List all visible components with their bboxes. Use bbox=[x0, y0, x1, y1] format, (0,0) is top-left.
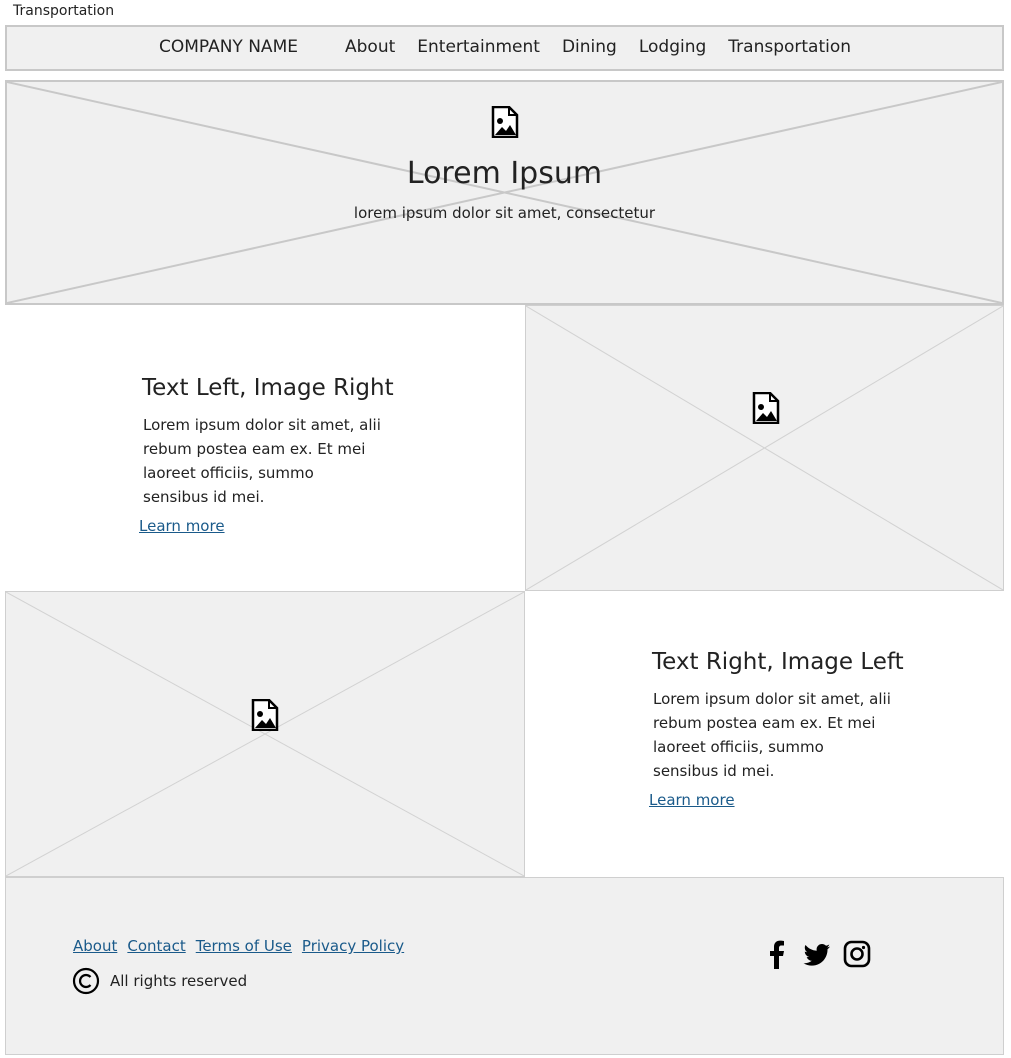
company-name[interactable]: COMPANY NAME bbox=[159, 37, 298, 57]
feature-heading: Text Left, Image Right bbox=[142, 375, 394, 401]
page-label: Transportation bbox=[13, 3, 115, 19]
twitter-icon[interactable] bbox=[803, 938, 831, 970]
nav-link-lodging[interactable]: Lodging bbox=[639, 37, 706, 57]
top-navbar: COMPANY NAME About Entertainment Dining … bbox=[5, 25, 1004, 71]
feature-image-left bbox=[5, 591, 525, 877]
nav-link-about[interactable]: About bbox=[345, 37, 395, 57]
feature-body: Lorem ipsum dolor sit amet, alii rebum p… bbox=[653, 690, 891, 780]
image-icon bbox=[251, 699, 279, 731]
hero-banner: Lorem Ipsum lorem ipsum dolor sit amet, … bbox=[5, 80, 1004, 305]
footer-link-privacy[interactable]: Privacy Policy bbox=[302, 937, 404, 955]
social-links bbox=[763, 938, 871, 970]
hero-title: Lorem Ipsum bbox=[406, 156, 603, 191]
nav-link-transportation[interactable]: Transportation bbox=[728, 37, 851, 57]
feature-text-left: Text Left, Image Right Lorem ipsum dolor… bbox=[5, 305, 525, 591]
image-icon bbox=[752, 392, 780, 424]
instagram-icon[interactable] bbox=[843, 938, 871, 970]
nav-link-dining[interactable]: Dining bbox=[562, 37, 617, 57]
feature-text-right: Text Right, Image Left Lorem ipsum dolor… bbox=[525, 591, 1004, 877]
nav-links: About Entertainment Dining Lodging Trans… bbox=[345, 37, 851, 57]
image-icon bbox=[491, 106, 519, 138]
learn-more-link[interactable]: Learn more bbox=[139, 517, 225, 535]
footer-link-contact[interactable]: Contact bbox=[127, 937, 185, 955]
footer-link-about[interactable]: About bbox=[73, 937, 117, 955]
copyright-icon bbox=[72, 967, 100, 995]
copyright-text: All rights reserved bbox=[110, 972, 248, 990]
nav-link-entertainment[interactable]: Entertainment bbox=[417, 37, 540, 57]
placeholder-cross bbox=[6, 592, 524, 876]
copyright: All rights reserved bbox=[72, 967, 247, 995]
feature-body: Lorem ipsum dolor sit amet, alii rebum p… bbox=[143, 416, 381, 506]
placeholder-cross bbox=[526, 306, 1003, 590]
footer: About Contact Terms of Use Privacy Polic… bbox=[5, 877, 1004, 1055]
feature-heading: Text Right, Image Left bbox=[652, 649, 904, 675]
footer-link-terms[interactable]: Terms of Use bbox=[196, 937, 292, 955]
feature-image-right bbox=[525, 305, 1004, 591]
footer-links: About Contact Terms of Use Privacy Polic… bbox=[73, 937, 404, 955]
learn-more-link[interactable]: Learn more bbox=[649, 791, 735, 809]
facebook-icon[interactable] bbox=[763, 938, 791, 970]
hero-subtitle: lorem ipsum dolor sit amet, consectetur bbox=[353, 204, 656, 222]
